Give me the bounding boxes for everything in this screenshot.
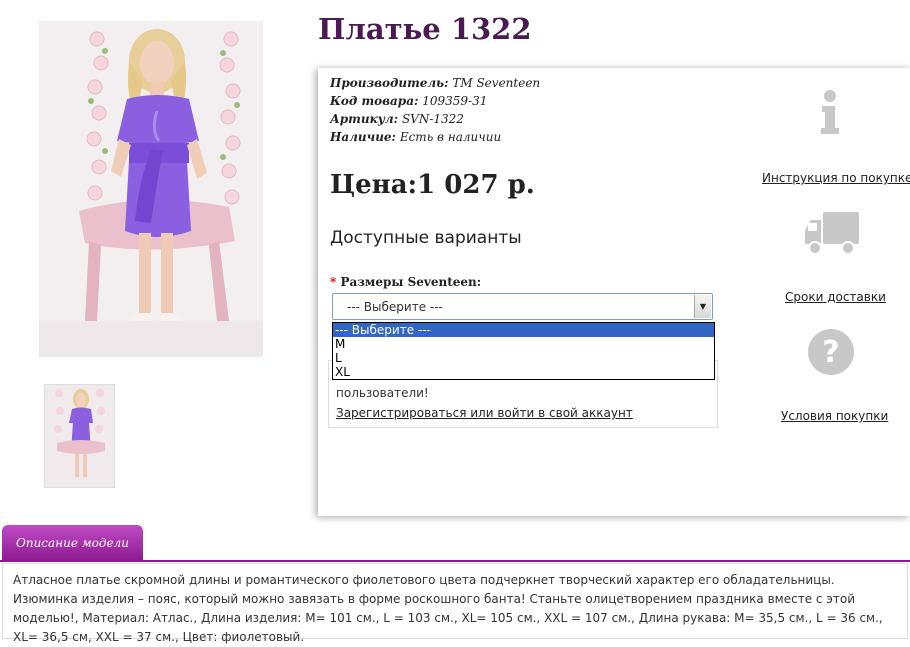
size-dropdown-list[interactable]: --- Выберите --- M L XL — [332, 322, 715, 380]
dress-photo — [39, 21, 263, 357]
purchase-conditions-link[interactable]: Условия покупки — [781, 409, 888, 423]
size-label: * Размеры Seventeen: — [330, 275, 481, 289]
code-value: 109359-31 — [422, 94, 488, 108]
code-row: Код товара: 109359-31 — [330, 92, 540, 110]
size-select[interactable]: --- Выберите --- ▼ — [332, 293, 713, 320]
size-option[interactable]: L — [333, 351, 714, 365]
code-label: Код товара: — [330, 94, 419, 108]
variants-heading: Доступные варианты — [330, 228, 522, 248]
required-mark: * — [330, 275, 337, 289]
manufacturer-label: Производитель: — [330, 76, 449, 90]
availability-row: Наличие: Есть в наличии — [330, 128, 540, 146]
size-select-value: --- Выберите --- — [347, 300, 443, 314]
size-option[interactable]: M — [333, 337, 714, 351]
question-icon: ? — [808, 329, 854, 375]
article-label: Артикул: — [330, 112, 399, 126]
chevron-down-icon[interactable]: ▼ — [694, 295, 711, 318]
delivery-terms-link[interactable]: Сроки доставки — [785, 290, 886, 304]
truck-icon — [805, 212, 859, 255]
svg-text:?: ? — [822, 335, 839, 370]
purchase-instructions-link[interactable]: Инструкция по покупке — [762, 171, 910, 185]
availability-value: Есть в наличии — [399, 130, 502, 144]
availability-label: Наличие: — [330, 130, 396, 144]
tab-description[interactable]: Описание модели — [2, 525, 143, 561]
product-meta: Производитель: TM Seventeen Код товара: … — [330, 74, 540, 146]
info-icon — [821, 90, 839, 134]
product-main-image[interactable] — [39, 21, 263, 357]
thumbnail-photo — [45, 385, 114, 487]
login-notice-text: пользователи! — [336, 386, 429, 400]
manufacturer-value[interactable]: TM Seventeen — [452, 76, 540, 90]
product-price: Цена:1 027 р. — [330, 170, 535, 200]
page-title: Платье 1322 — [318, 12, 532, 46]
size-label-text: Размеры Seventeen: — [340, 275, 482, 289]
manufacturer-row: Производитель: TM Seventeen — [330, 74, 540, 92]
description-text: Атласное платье скромной длины и романти… — [2, 563, 908, 644]
register-login-link[interactable]: Зарегистрироваться или войти в свой акка… — [336, 406, 633, 420]
size-option[interactable]: --- Выберите --- — [333, 323, 714, 337]
product-thumbnail[interactable] — [44, 384, 115, 488]
article-row: Артикул: SVN-1322 — [330, 110, 540, 128]
article-value: SVN-1322 — [401, 112, 464, 126]
size-option[interactable]: XL — [333, 365, 714, 379]
